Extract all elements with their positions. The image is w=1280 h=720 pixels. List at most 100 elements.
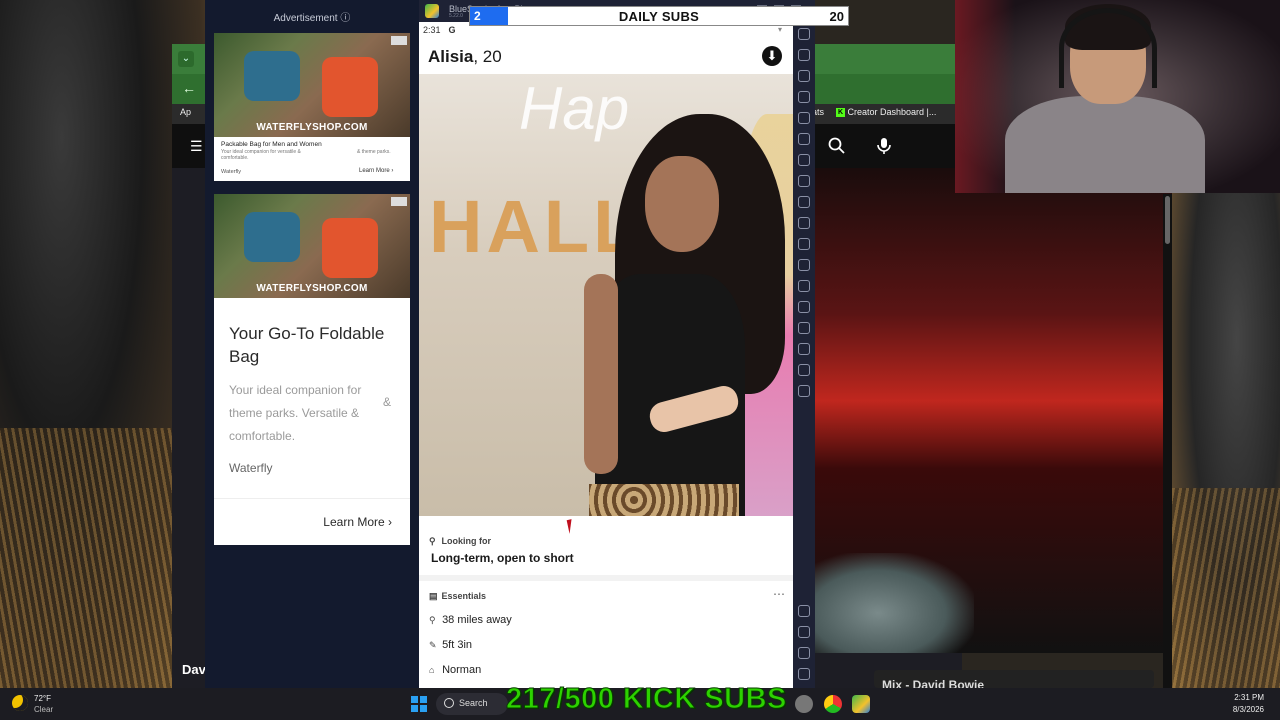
red-bag-image <box>322 218 378 278</box>
profile-photo[interactable]: Hap HALL <box>419 74 793 516</box>
emulator-tool-icon[interactable] <box>798 238 810 250</box>
taskbar-search[interactable]: Search <box>436 693 508 715</box>
ad-body: Your ideal companion for theme parks. Ve… <box>229 383 362 443</box>
chrome-icon[interactable] <box>824 695 842 713</box>
ad-banner-brand: WATERFLYSHOP.COM <box>256 122 368 133</box>
emulator-tool-icon[interactable] <box>798 133 810 145</box>
phone-screen: 2:31 G ▾ Alisia, 20 ⬇ Hap HALL ⚲ Looking … <box>419 22 793 688</box>
looking-for-section: ⚲ Looking for Long-term, open to short <box>419 524 793 576</box>
browser-scrollbar[interactable] <box>1163 194 1172 688</box>
back-arrow-icon[interactable]: ← <box>182 80 196 96</box>
ad-headline: Your Go-To Foldable Bag <box>229 324 385 366</box>
ad-small-brand: Waterfly <box>221 169 241 175</box>
emulator-tool-icon[interactable] <box>798 385 810 397</box>
ad-small-learn-more[interactable]: Learn More › <box>359 168 393 174</box>
video-title-left[interactable]: Dav <box>182 662 206 677</box>
status-time: 2:31 <box>423 25 441 35</box>
kick-subs-counter: 217/500 KICK SUBS <box>506 683 787 716</box>
red-bag-image <box>322 57 378 117</box>
looking-for-label-text: Looking for <box>441 536 492 546</box>
emulator-side-toolbar <box>793 22 815 688</box>
scrollbar-thumb[interactable] <box>1165 196 1170 244</box>
ad-divider <box>214 498 410 499</box>
ad-brand: Waterfly <box>229 461 273 475</box>
photo-face <box>645 156 719 252</box>
emulator-tool-icon[interactable] <box>798 322 810 334</box>
tab-dropdown-icon[interactable]: ⌄ <box>178 51 194 67</box>
status-bar: 2:31 G <box>423 25 456 35</box>
video-frame-rock <box>814 553 974 653</box>
emulator-tool-icon[interactable] <box>798 280 810 292</box>
ad-large-card[interactable]: Your Go-To Foldable Bag Your ideal compa… <box>214 298 410 545</box>
emulator-tool-icon[interactable] <box>798 154 810 166</box>
clock-time[interactable]: 2:31 PM <box>1234 693 1264 702</box>
emulator-version: 5.22.0 <box>449 13 463 19</box>
moon-weather-icon[interactable] <box>12 695 28 711</box>
emulator-tool-icon[interactable] <box>798 49 810 61</box>
essential-hometown: ⌂ Norman <box>429 664 481 676</box>
video-player[interactable] <box>814 168 1172 653</box>
emulator-tool-icon[interactable] <box>798 343 810 355</box>
emulator-tool-icon[interactable] <box>798 364 810 376</box>
ad-small-description-tail: & theme parks. <box>357 149 391 155</box>
emulator-tool-icon[interactable] <box>798 91 810 103</box>
advertisement-label: Advertisement ⓘ <box>273 13 351 24</box>
profile-name: Alisia <box>428 47 474 66</box>
bluestacks-logo-icon <box>425 4 439 18</box>
stream-background-right <box>1172 190 1280 688</box>
looking-for-label: ⚲ Looking for <box>429 536 491 547</box>
weather-condition[interactable]: Clear <box>34 705 53 714</box>
ad-column: Advertisement ⓘ WATERFLYSHOP.COM Packabl… <box>205 0 419 688</box>
emulator-tool-icon[interactable] <box>798 175 810 187</box>
essentials-label: ▤ Essentials <box>429 591 486 602</box>
bookmark-creator-dashboard[interactable]: K Creator Dashboard |... <box>836 107 937 118</box>
emulator-tool-icon[interactable] <box>798 28 810 40</box>
essential-hometown-text: Norman <box>442 664 482 676</box>
back-icon[interactable] <box>798 626 810 638</box>
profile-header: Alisia, 20 <box>428 47 502 67</box>
photo-wall-script: Hap <box>519 75 630 142</box>
ad-body-amp: & <box>383 395 392 409</box>
emulator-tool-icon[interactable] <box>798 259 810 271</box>
essential-distance: ⚲ 38 miles away <box>429 614 512 626</box>
taskbar-search-label: Search <box>459 698 488 708</box>
bluestacks-taskbar-icon[interactable] <box>852 695 870 713</box>
streamer-body <box>1005 96 1205 193</box>
clock-date[interactable]: 8/3/2026 <box>1233 705 1264 714</box>
bookmark-label: Creator Dashboard |... <box>847 107 937 117</box>
microphone-icon[interactable] <box>874 136 894 156</box>
emulator-tool-icon[interactable] <box>798 70 810 82</box>
recent-apps-icon[interactable] <box>798 668 810 680</box>
emulator-tool-icon[interactable] <box>798 196 810 208</box>
search-icon[interactable] <box>827 136 847 156</box>
ad-banner-image[interactable]: WATERFLYSHOP.COM <box>214 33 410 137</box>
settings-icon[interactable] <box>798 605 810 617</box>
emulator-tool-icon[interactable] <box>798 217 810 229</box>
essential-height: ✎ 5ft 3in <box>429 639 472 651</box>
windows-start-icon[interactable] <box>411 696 427 712</box>
daily-subs-goal: 20 <box>829 9 844 24</box>
emulator-tool-icon[interactable] <box>798 301 810 313</box>
adchoices-icon[interactable] <box>391 197 407 206</box>
emulator-tool-icon[interactable] <box>798 112 810 124</box>
bookmark-apps[interactable]: Ap <box>180 107 191 117</box>
headset <box>1059 8 1157 88</box>
adchoices-icon[interactable] <box>391 36 407 45</box>
essentials-section: ▤ Essentials ⋯ ⚲ 38 miles away ✎ 5ft 3in… <box>419 581 793 688</box>
profile-more-button[interactable]: ⬇ <box>762 46 782 66</box>
webcam-feed <box>955 0 1280 193</box>
home-icon: ⌂ <box>429 665 435 675</box>
ad-learn-more-button[interactable]: Learn More › <box>323 515 392 529</box>
ad-banner-image-2[interactable]: WATERFLYSHOP.COM <box>214 194 410 298</box>
ruler-icon: ✎ <box>429 640 437 650</box>
photo-wall-letters: HALL <box>429 185 643 268</box>
photo-skirt <box>589 484 739 516</box>
essentials-more-icon[interactable]: ⋯ <box>773 587 785 601</box>
menu-icon[interactable]: ☰ <box>190 138 203 155</box>
profile-card-icon: ▤ <box>429 591 438 601</box>
search-icon <box>444 698 454 708</box>
weather-temperature[interactable]: 72°F <box>34 694 51 703</box>
taskbar-app-icon[interactable] <box>795 695 813 713</box>
ad-small-card[interactable]: Packable Bag for Men and Women Your idea… <box>214 137 410 181</box>
home-icon[interactable] <box>798 647 810 659</box>
